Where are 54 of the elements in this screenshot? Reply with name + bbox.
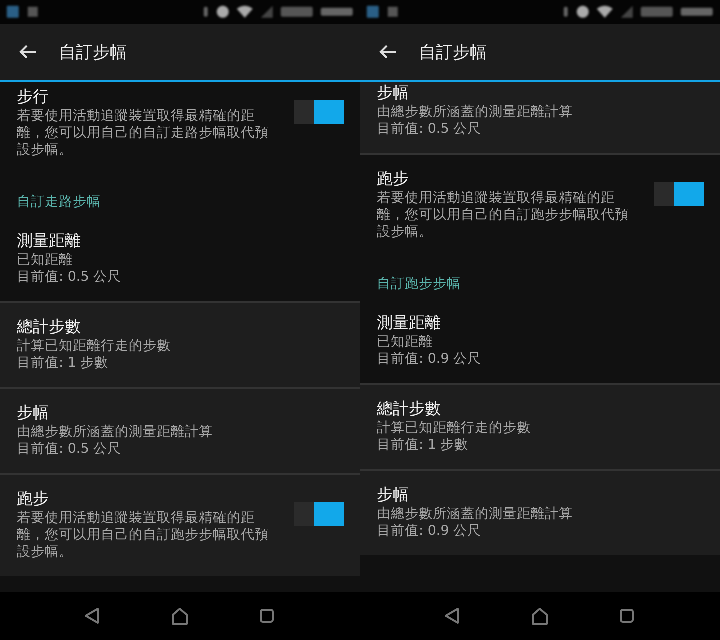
row-summary: 由總步數所涵蓋的測量距離計算 (377, 104, 574, 121)
toggle-switch[interactable] (294, 100, 344, 124)
row-title: 步幅 (377, 82, 410, 104)
row-title: 步幅 (377, 484, 410, 506)
row-title: 跑步 (377, 168, 410, 190)
row-summary: 目前值: 1 步數 (17, 355, 110, 372)
row-title: 總計步數 (17, 316, 82, 338)
settings-row[interactable]: 總計步數 計算已知距離行走的步數 目前值: 1 步數 (0, 303, 360, 387)
house-icon (530, 606, 550, 626)
row-summary: 由總步數所涵蓋的測量距離計算 (17, 424, 214, 441)
screen-title: 自訂步幅 (59, 42, 127, 64)
wifi-icon (596, 5, 614, 19)
settings-row[interactable]: 步幅 由總步數所涵蓋的測量距離計算 目前值: 0.5 公尺 (0, 389, 360, 473)
row-summary: 計算已知距離行走的步數 (377, 420, 532, 437)
row-title: 測量距離 (17, 230, 82, 252)
circle-icon (576, 5, 590, 19)
toggle-switch[interactable] (294, 502, 344, 526)
row-title: 總計步數 (377, 398, 442, 420)
house-icon (170, 606, 190, 626)
back-arrow-icon (19, 44, 37, 60)
row-summary: 目前值: 0.5 公尺 (377, 121, 483, 138)
row-summary: 計算已知距離行走的步數 (17, 338, 172, 355)
row-title: 步行 (17, 86, 50, 108)
row-summary: 目前值: 0.5 公尺 (17, 269, 123, 286)
settings-row[interactable]: 步幅 由總步數所涵蓋的測量距離計算 目前值: 0.5 公尺 (360, 82, 720, 153)
settings-row[interactable]: 跑步 若要使用活動追蹤裝置取得最精確的距離，您可以用自己的自訂跑步步幅取代預設步幅。 (0, 475, 360, 576)
image-icon (26, 5, 40, 19)
signal-icon (620, 5, 634, 19)
screen-title: 自訂步幅 (419, 42, 487, 64)
notification-icon (6, 5, 20, 19)
notification-icon (366, 5, 380, 19)
row-summary: 已知距離 (377, 334, 434, 351)
row-summary: 若要使用活動追蹤裝置取得最精確的距離，您可以用自己的自訂跑步步幅取代預設步幅。 (377, 190, 630, 241)
row-summary: 目前值: 0.9 公尺 (377, 351, 483, 368)
row-title: 跑步 (17, 488, 50, 510)
signal-icon (260, 5, 274, 19)
circle-icon (216, 5, 230, 19)
toggle-switch[interactable] (654, 182, 704, 206)
row-summary: 目前值: 0.9 公尺 (377, 523, 483, 540)
wifi-icon (236, 5, 254, 19)
image-icon (386, 5, 400, 19)
row-title: 測量距離 (377, 312, 442, 334)
back-arrow-icon (379, 44, 397, 60)
settings-row[interactable]: 步幅 由總步數所涵蓋的測量距離計算 目前值: 0.9 公尺 (360, 471, 720, 555)
row-summary: 若要使用活動追蹤裝置取得最精確的距離，您可以用自己的自訂走路步幅取代預設步幅。 (17, 108, 270, 159)
section-header: 自訂跑步步幅 (376, 275, 462, 294)
row-summary: 由總步數所涵蓋的測量距離計算 (377, 506, 574, 523)
row-summary: 已知距離 (17, 252, 74, 269)
section-header: 自訂走路步幅 (16, 193, 102, 212)
settings-row[interactable]: 總計步數 計算已知距離行走的步數 目前值: 1 步數 (360, 385, 720, 469)
row-title: 步幅 (17, 402, 50, 424)
row-summary: 若要使用活動追蹤裝置取得最精確的距離，您可以用自己的自訂跑步步幅取代預設步幅。 (17, 510, 270, 561)
row-summary: 目前值: 0.5 公尺 (17, 441, 123, 458)
row-summary: 目前值: 1 步數 (377, 437, 470, 454)
